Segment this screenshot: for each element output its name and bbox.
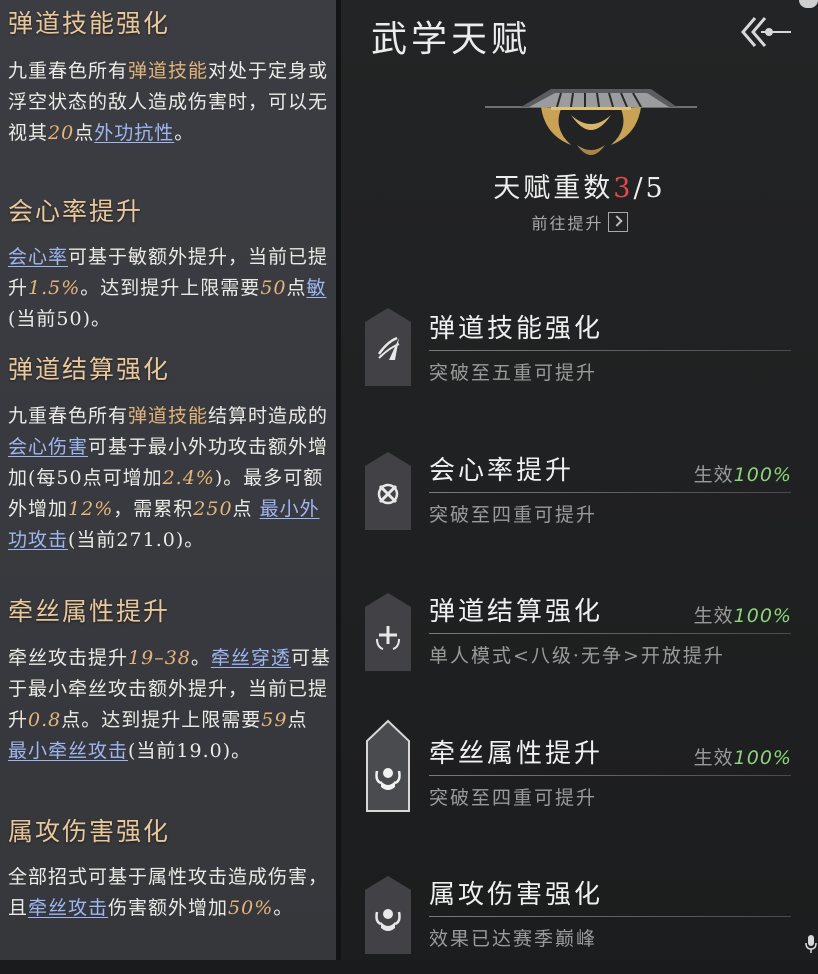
talent-rank-current: 3 — [613, 173, 634, 204]
stat-value: 59 — [261, 709, 288, 731]
section-title: 牵丝属性提升 — [8, 597, 171, 626]
blade-swipe-icon — [365, 308, 411, 386]
crosshair-icon — [365, 452, 411, 530]
text-segment: 。 — [174, 122, 195, 144]
talent-divider — [429, 916, 791, 917]
talent-divider — [429, 775, 791, 776]
section-body: 九重春色所有弹道技能结算时造成的会心伤害可基于最小外功攻击额外增加(每50点可增… — [8, 401, 334, 556]
text-segment: 点 — [232, 498, 260, 520]
stat-value: 0.8 — [28, 709, 62, 731]
corner-indicator — [799, 0, 818, 8]
section-title: 会心率提升 — [8, 197, 144, 226]
stat-value: 1.5% — [28, 277, 81, 299]
section-body: 会心率可基于敏额外提升，当前已提升1.5%。达到提升上限需要50点敏(当前50)… — [8, 242, 334, 335]
text-segment: 。 — [273, 897, 294, 919]
fist-icon — [366, 719, 410, 812]
status-percent: 100% — [733, 464, 792, 486]
talent-emblem-icon — [485, 89, 697, 155]
text-segment: 点。达到提升上限需要 — [61, 709, 262, 731]
section-title: 属攻伤害强化 — [8, 817, 171, 846]
text-segment: 。 — [190, 647, 211, 669]
stat-value: 19–38 — [128, 647, 191, 669]
talent-status: 生效100% — [694, 460, 792, 487]
talent-status: 生效100% — [694, 601, 792, 628]
talent-rank-max: 5 — [645, 173, 666, 204]
talent-divider — [429, 492, 791, 493]
stat-link[interactable]: 外功抗性 — [94, 122, 174, 144]
text-segment: (当前19.0)。 — [128, 740, 252, 762]
talent-item[interactable]: 牵丝属性提升 生效100% 突破至四重可提升 — [341, 719, 818, 833]
text-segment: (当前271.0)。 — [68, 529, 205, 551]
goto-upgrade-label: 前往提升 — [531, 214, 604, 233]
text-segment: 九重春色所有 — [8, 60, 129, 82]
talent-divider — [429, 350, 791, 351]
text-segment: 九重春色所有 — [8, 405, 129, 427]
text-segment: ，需累积 — [113, 498, 194, 520]
stat-value: 2.4% — [162, 467, 215, 489]
microphone-icon[interactable] — [805, 935, 817, 953]
talent-rank: 天赋重数3/5 — [341, 166, 818, 205]
arrow-right-icon — [607, 212, 628, 232]
talent-status: 生效100% — [694, 743, 792, 770]
talent-description: 单人模式<八级·无争>开放提升 — [429, 645, 725, 667]
talent-item[interactable]: 会心率提升 生效100% 突破至四重可提升 — [341, 450, 818, 550]
talent-rank-sep: / — [633, 173, 646, 204]
back-arrow-button[interactable] — [739, 12, 795, 52]
stat-link[interactable]: 会心伤害 — [8, 436, 88, 458]
section-title: 弹道结算强化 — [8, 355, 171, 384]
text-segment: 伤害额外增加 — [108, 897, 229, 919]
talent-description: 突破至四重可提升 — [429, 504, 598, 526]
talent-name: 弹道结算强化 — [429, 597, 604, 627]
panel-title: 武学天赋 — [371, 19, 532, 60]
text-segment: 结算时造成的 — [208, 405, 329, 427]
status-percent: 100% — [733, 605, 792, 627]
text-segment: 。达到提升上限需要 — [80, 277, 261, 299]
talent-name: 属攻伤害强化 — [429, 880, 604, 910]
status-prefix: 生效 — [693, 464, 734, 486]
stat-link[interactable]: 牵丝攻击 — [28, 897, 108, 919]
talent-divider — [429, 633, 791, 634]
talent-name: 弹道技能强化 — [429, 314, 604, 344]
talent-name: 牵丝属性提升 — [429, 739, 604, 769]
stat-value: 12% — [68, 498, 114, 520]
talent-name: 会心率提升 — [429, 456, 575, 486]
talent-panel: 武学天赋 天赋重数3/5 前往提升 弹道技能强化 突破至五重可提升 会心率提升 生效1… — [341, 0, 818, 960]
stat-value: 250 — [193, 498, 233, 520]
talent-description-panel: 弹道技能强化九重春色所有弹道技能对处于定身或浮空状态的敌人造成伤害时，可以无视其… — [0, 0, 336, 960]
stat-value: 50% — [228, 897, 274, 919]
section-title: 弹道技能强化 — [8, 9, 171, 38]
double-chevron-left-icon — [741, 17, 791, 47]
stat-value: 20 — [48, 122, 75, 144]
stat-link[interactable]: 会心率 — [8, 246, 68, 268]
stat-link[interactable]: 最小牵丝攻击 — [8, 740, 128, 762]
text-segment: (当前50)。 — [8, 308, 112, 330]
status-percent: 100% — [733, 747, 792, 769]
talent-description: 效果已达赛季巅峰 — [429, 928, 598, 950]
skill-keyword: 弹道技能 — [128, 405, 209, 427]
plus-target-icon — [365, 593, 411, 671]
talent-rank-label: 天赋重数 — [493, 173, 614, 204]
section-body: 九重春色所有弹道技能对处于定身或浮空状态的敌人造成伤害时，可以无视其20点外功抗… — [8, 56, 334, 149]
talent-item[interactable]: 弹道结算强化 生效100% 单人模式<八级·无争>开放提升 — [341, 591, 818, 691]
talent-item[interactable]: 弹道技能强化突破至五重可提升 — [341, 308, 818, 408]
status-prefix: 生效 — [693, 747, 734, 769]
fist-icon — [365, 876, 411, 954]
talent-item[interactable]: 属攻伤害强化效果已达赛季巅峰 — [341, 874, 818, 974]
text-segment: 点 — [286, 277, 307, 299]
text-segment: 点 — [74, 122, 95, 144]
section-body: 全部招式可基于属性攻击造成伤害，且牵丝攻击伤害额外增加50%。 — [8, 862, 334, 924]
talent-description: 突破至四重可提升 — [429, 787, 598, 809]
stat-link[interactable]: 牵丝穿透 — [211, 647, 291, 669]
section-body: 牵丝攻击提升19–38。牵丝穿透可基于最小牵丝攻击额外提升，当前已提升0.8点。… — [8, 643, 334, 767]
status-prefix: 生效 — [693, 605, 734, 627]
talent-description: 突破至五重可提升 — [429, 362, 598, 384]
text-segment: 牵丝攻击提升 — [8, 647, 129, 669]
stat-value: 50 — [260, 277, 287, 299]
skill-keyword: 弹道技能 — [128, 60, 209, 82]
goto-upgrade-link[interactable]: 前往提升 — [341, 210, 818, 234]
text-segment: 点 — [287, 709, 308, 731]
stat-link[interactable]: 敏 — [307, 277, 327, 299]
